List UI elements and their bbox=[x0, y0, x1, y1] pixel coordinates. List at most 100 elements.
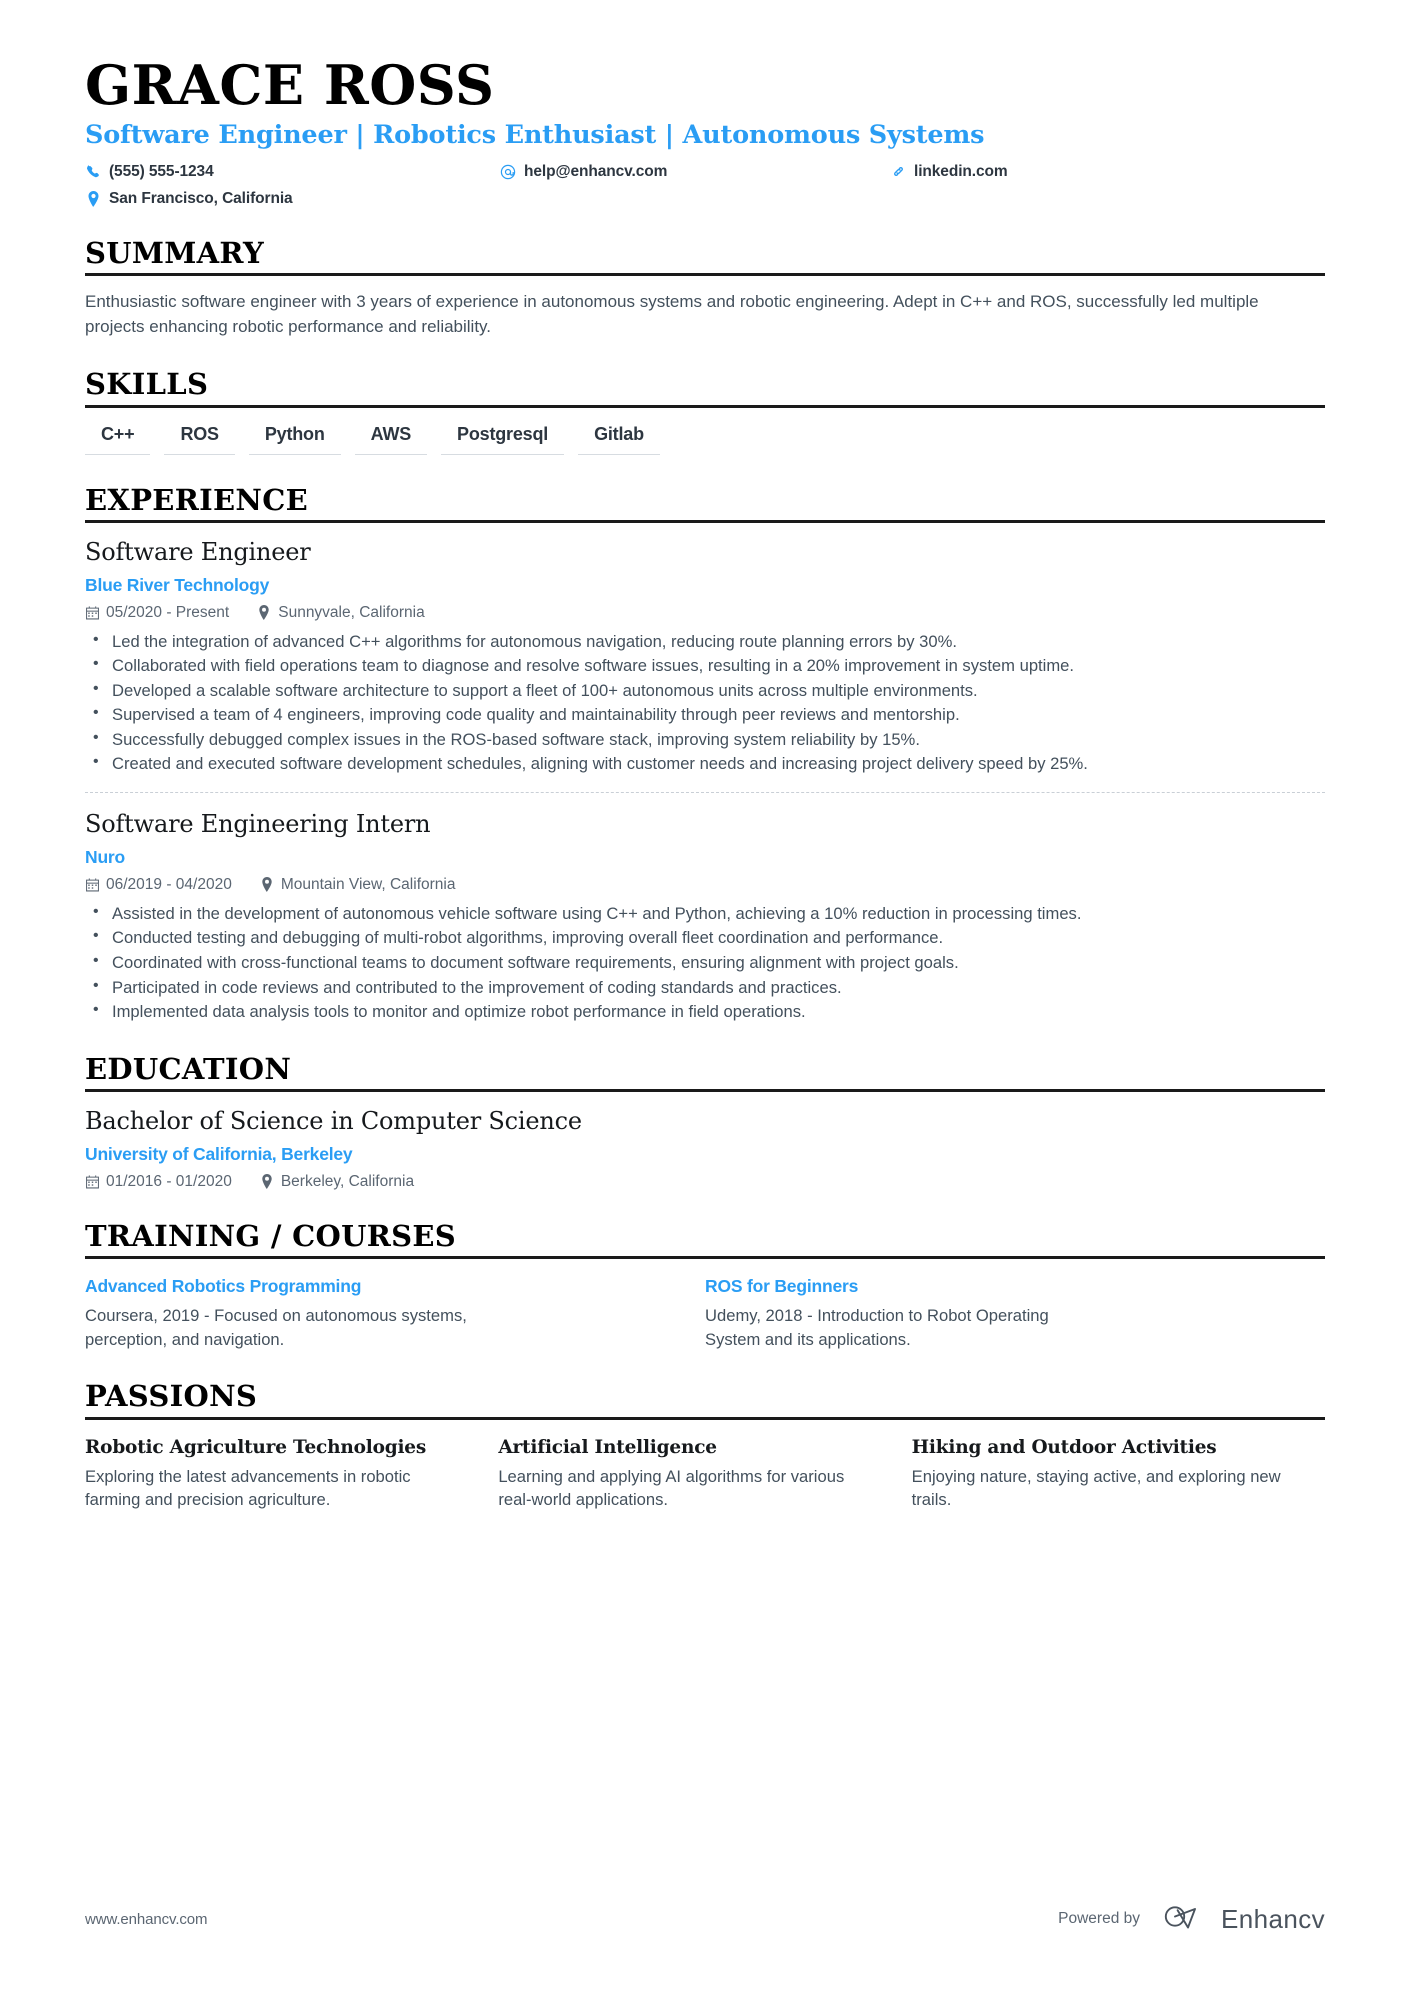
course-title[interactable]: ROS for Beginners bbox=[705, 1276, 1285, 1297]
bullet-item: Assisted in the development of autonomou… bbox=[85, 901, 1325, 926]
bullet-item: Conducted testing and debugging of multi… bbox=[85, 925, 1325, 950]
powered-by-label: Powered by bbox=[1058, 1910, 1141, 1927]
responsibility-list: Assisted in the development of autonomou… bbox=[85, 901, 1325, 1024]
course-description: Udemy, 2018 - Introduction to Robot Oper… bbox=[705, 1306, 1049, 1349]
location-icon bbox=[257, 605, 271, 620]
entry-meta: 01/2016 - 01/2020 Berkeley, California bbox=[85, 1173, 1325, 1191]
contact-linkedin[interactable]: linkedin.com bbox=[890, 163, 1325, 181]
bullet-item: Collaborated with field operations team … bbox=[85, 653, 1325, 678]
passion-item: Artificial Intelligence Learning and app… bbox=[498, 1437, 911, 1512]
responsibility-list: Led the integration of advanced C++ algo… bbox=[85, 629, 1325, 776]
enhancv-mark-icon bbox=[1164, 1903, 1210, 1935]
enhancv-logo[interactable]: Enhancv bbox=[1164, 1903, 1325, 1935]
contact-phone[interactable]: (555) 555-1234 bbox=[85, 163, 500, 181]
skill-chip: ROS bbox=[164, 422, 235, 455]
school-location: Berkeley, California bbox=[260, 1173, 414, 1191]
entry-meta: 06/2019 - 04/2020 Mountain View, Califor… bbox=[85, 876, 1325, 894]
skill-chip: Gitlab bbox=[578, 422, 660, 455]
section-skills: SKILLS C++ ROS Python AWS Postgresql Git… bbox=[85, 368, 1325, 455]
link-icon bbox=[890, 164, 906, 180]
date-range: 06/2019 - 04/2020 bbox=[85, 876, 232, 894]
section-heading-education: EDUCATION bbox=[85, 1053, 1325, 1092]
experience-body: Software Engineer Blue River Technology bbox=[85, 523, 1325, 1024]
professional-headline: Software Engineer | Robotics Enthusiast … bbox=[85, 120, 985, 151]
section-heading-skills: SKILLS bbox=[85, 368, 1325, 408]
bullet-item: Developed a scalable software architectu… bbox=[85, 678, 1325, 703]
skills-list: C++ ROS Python AWS Postgresql Gitlab bbox=[85, 408, 1325, 455]
education-body: Bachelor of Science in Computer Science … bbox=[85, 1092, 1325, 1191]
job-title: Software Engineering Intern bbox=[85, 810, 431, 839]
job-title: Software Engineer bbox=[85, 537, 311, 566]
course-title[interactable]: Advanced Robotics Programming bbox=[85, 1276, 665, 1297]
location-icon bbox=[260, 877, 274, 893]
section-education: EDUCATION Bachelor of Science in Compute… bbox=[85, 1053, 1325, 1191]
phone-icon bbox=[85, 164, 101, 180]
course-item: ROS for Beginners Udemy, 2018 - Introduc… bbox=[705, 1276, 1325, 1351]
passion-title: Artificial Intelligence bbox=[498, 1436, 717, 1458]
resume-page: GRACE ROSS Software Engineer | Robotics … bbox=[0, 0, 1410, 1995]
contact-email[interactable]: help@enhancv.com bbox=[500, 163, 890, 181]
skill-chip: Postgresql bbox=[441, 422, 565, 455]
school-name[interactable]: University of California, Berkeley bbox=[85, 1144, 1325, 1165]
calendar-icon bbox=[85, 877, 99, 892]
date-range: 05/2020 - Present bbox=[85, 604, 229, 622]
location-icon bbox=[260, 1174, 274, 1190]
experience-entry: Software Engineer Blue River Technology bbox=[85, 536, 1325, 776]
calendar-icon bbox=[85, 605, 99, 620]
bullet-item: Implemented data analysis tools to monit… bbox=[85, 999, 1325, 1024]
contact-linkedin-text: linkedin.com bbox=[914, 162, 1008, 180]
date-range-text: 05/2020 - Present bbox=[106, 603, 230, 621]
skill-chip: Python bbox=[248, 422, 341, 455]
passions-body: Robotic Agriculture Technologies Explori… bbox=[85, 1420, 1325, 1512]
bullet-item: Supervised a team of 4 engineers, improv… bbox=[85, 702, 1325, 727]
contact-info: (555) 555-1234 help@enhancv.com linkedin… bbox=[85, 163, 1325, 208]
company-name[interactable]: Nuro bbox=[85, 847, 1325, 868]
section-heading-summary: SUMMARY bbox=[85, 237, 1325, 276]
section-summary: SUMMARY Enthusiastic software engineer w… bbox=[85, 237, 1325, 340]
enhancv-wordmark: Enhancv bbox=[1221, 1903, 1325, 1934]
training-list: Advanced Robotics Programming Coursera, … bbox=[85, 1272, 1325, 1351]
contact-location: San Francisco, California bbox=[85, 190, 500, 208]
passion-item: Robotic Agriculture Technologies Explori… bbox=[85, 1437, 498, 1512]
section-passions: PASSIONS Robotic Agriculture Technologie… bbox=[85, 1380, 1325, 1512]
contact-location-text: San Francisco, California bbox=[109, 189, 293, 207]
job-location-text: Sunnyvale, California bbox=[278, 603, 425, 621]
bullet-item: Coordinated with cross-functional teams … bbox=[85, 950, 1325, 975]
section-heading-passions: PASSIONS bbox=[85, 1380, 1325, 1420]
contact-email-text: help@enhancv.com bbox=[524, 162, 668, 180]
footer-website-url[interactable]: www.enhancv.com bbox=[85, 1911, 208, 1928]
passion-title: Robotic Agriculture Technologies bbox=[85, 1436, 427, 1458]
calendar-icon bbox=[85, 1174, 99, 1189]
school-location-text: Berkeley, California bbox=[280, 1172, 415, 1190]
skill-chip: C++ bbox=[85, 422, 151, 455]
summary-text: Enthusiastic software engineer with 3 ye… bbox=[85, 291, 1259, 337]
training-body: Advanced Robotics Programming Coursera, … bbox=[85, 1259, 1325, 1351]
job-location: Mountain View, California bbox=[260, 875, 456, 894]
page-title: GRACE ROSS bbox=[85, 53, 495, 117]
passion-title: Hiking and Outdoor Activities bbox=[911, 1436, 1217, 1458]
company-name[interactable]: Blue River Technology bbox=[85, 575, 1325, 596]
location-icon bbox=[85, 190, 101, 207]
bullet-item: Created and executed software developmen… bbox=[85, 752, 1325, 776]
experience-entry: Software Engineering Intern Nuro 06/2019… bbox=[85, 792, 1325, 1024]
degree-title: Bachelor of Science in Computer Science bbox=[85, 1106, 582, 1135]
education-entry: Bachelor of Science in Computer Science … bbox=[85, 1105, 1325, 1191]
page-footer: www.enhancv.com Powered by Enhancv bbox=[85, 1903, 1325, 1935]
summary-body: Enthusiastic software engineer with 3 ye… bbox=[85, 276, 1325, 339]
passion-description: Learning and applying AI algorithms for … bbox=[498, 1466, 845, 1510]
section-experience: EXPERIENCE Software Engineer Blue River … bbox=[85, 484, 1325, 1024]
skill-chip: AWS bbox=[354, 422, 428, 455]
section-heading-experience: EXPERIENCE bbox=[85, 484, 1325, 523]
job-location-text: Mountain View, California bbox=[280, 875, 456, 893]
email-icon bbox=[500, 164, 516, 180]
date-range-text: 01/2016 - 01/2020 bbox=[106, 1172, 232, 1190]
entry-meta: 05/2020 - Present Sunnyvale, California bbox=[85, 604, 1325, 622]
course-description: Coursera, 2019 - Focused on autonomous s… bbox=[85, 1306, 467, 1349]
passions-list: Robotic Agriculture Technologies Explori… bbox=[85, 1433, 1325, 1512]
passion-item: Hiking and Outdoor Activities Enjoying n… bbox=[912, 1437, 1325, 1512]
section-heading-training: TRAINING / COURSES bbox=[85, 1220, 1325, 1260]
footer-branding: Powered by Enhancv bbox=[1058, 1903, 1325, 1935]
job-location: Sunnyvale, California bbox=[257, 603, 425, 622]
resume-header: GRACE ROSS Software Engineer | Robotics … bbox=[85, 0, 1325, 208]
contact-phone-text: (555) 555-1234 bbox=[109, 162, 214, 180]
